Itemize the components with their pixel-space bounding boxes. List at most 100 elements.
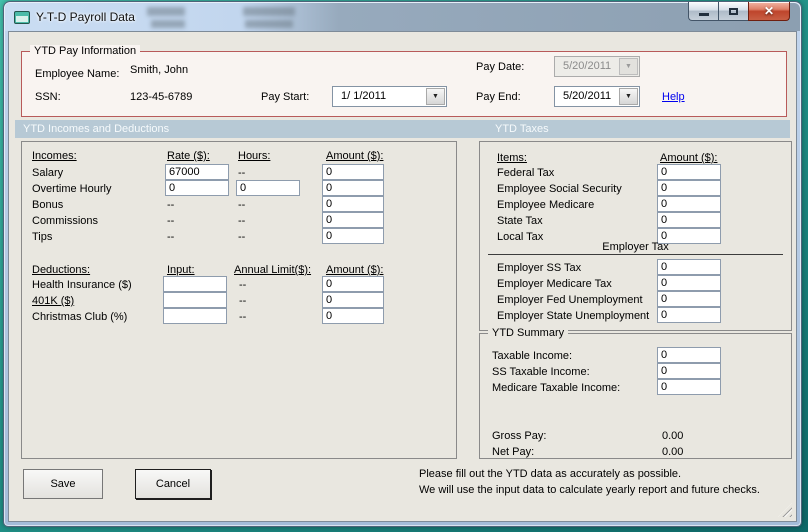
deduction-health-label: Health Insurance ($) <box>32 279 132 291</box>
employee-medicare-label: Employee Medicare <box>497 199 595 211</box>
income-salary-label: Salary <box>32 167 64 179</box>
employer-ss-label: Employer SS Tax <box>497 262 582 274</box>
pay-date-value: 5/20/2011 <box>563 60 612 72</box>
employee-name-label: Employee Name: <box>35 68 120 80</box>
pay-end-value: 5/20/2011 <box>563 90 612 102</box>
hours-col-header: Hours: <box>238 150 271 162</box>
pay-start-label: Pay Start: <box>261 91 310 103</box>
tips-hours-na: -- <box>238 231 246 243</box>
christmas-club-input[interactable] <box>163 308 227 324</box>
employer-fed-unemployment-label: Employer Fed Unemployment <box>497 294 643 306</box>
employer-medicare-label: Employer Medicare Tax <box>497 278 612 290</box>
tips-amount-input[interactable] <box>322 228 384 244</box>
employee-ss-input[interactable] <box>657 180 721 196</box>
maximize-button[interactable] <box>718 2 748 21</box>
salary-amount-input[interactable] <box>322 164 384 180</box>
health-insurance-input[interactable] <box>163 276 227 292</box>
gross-pay-value: 0.00 <box>662 430 684 442</box>
pay-info-groupbox: YTD Pay Information Employee Name: Smith… <box>21 45 787 117</box>
employer-state-unemployment-label: Employer State Unemployment <box>497 310 650 322</box>
salary-hours-na: -- <box>238 167 246 179</box>
ssn-label: SSN: <box>35 91 61 103</box>
save-button[interactable]: Save <box>23 469 103 499</box>
employee-name-value: Smith, John <box>130 64 189 76</box>
minimize-button[interactable] <box>688 2 718 21</box>
taxes-section-header: YTD Taxes <box>495 123 549 135</box>
amount-col-header: Amount ($): <box>326 150 384 162</box>
employer-ss-input[interactable] <box>657 259 721 275</box>
health-limit-na: -- <box>239 279 247 291</box>
commissions-amount-input[interactable] <box>322 212 384 228</box>
k401-input[interactable] <box>163 292 227 308</box>
pay-date-picker: 5/20/2011 ▼ <box>554 56 640 77</box>
titlebar-glass-smudge <box>151 20 185 28</box>
bonus-rate-na: -- <box>167 199 175 211</box>
employer-state-unemployment-input[interactable] <box>657 307 721 323</box>
income-commissions-label: Commissions <box>32 215 99 227</box>
incomes-deductions-box: Incomes: Rate ($): Hours: Amount ($): Sa… <box>21 141 457 459</box>
input-col-header: Input: <box>167 264 195 276</box>
employee-ss-label: Employee Social Security <box>497 183 622 195</box>
health-amount-input[interactable] <box>322 276 384 292</box>
tax-items-col-header: Items: <box>497 152 527 164</box>
deduction-christmas-label: Christmas Club (%) <box>32 311 128 323</box>
salary-rate-input[interactable] <box>165 164 229 180</box>
help-link[interactable]: Help <box>662 91 685 103</box>
state-tax-input[interactable] <box>657 212 721 228</box>
overtime-rate-input[interactable] <box>165 180 229 196</box>
bonus-amount-input[interactable] <box>322 196 384 212</box>
annual-limit-col-header: Annual Limit($): <box>234 264 312 276</box>
employee-medicare-input[interactable] <box>657 196 721 212</box>
christmas-amount-input[interactable] <box>322 308 384 324</box>
overtime-amount-input[interactable] <box>322 180 384 196</box>
ss-taxable-income-input[interactable] <box>657 363 721 379</box>
employer-fed-unemployment-input[interactable] <box>657 291 721 307</box>
deduction-amount-col-header: Amount ($): <box>326 264 384 276</box>
app-form-icon <box>14 11 30 24</box>
pay-start-dropdown-arrow-icon[interactable]: ▼ <box>426 88 445 105</box>
ssn-value: 123-45-6789 <box>130 91 193 103</box>
medicare-taxable-income-input[interactable] <box>657 379 721 395</box>
close-icon: ✕ <box>763 3 775 18</box>
net-pay-value: 0.00 <box>662 446 684 458</box>
dialog-client-area: YTD Pay Information Employee Name: Smith… <box>8 31 797 522</box>
caption-buttons: ✕ <box>688 2 790 21</box>
pay-end-dropdown-arrow-icon[interactable]: ▼ <box>619 88 638 105</box>
income-overtime-label: Overtime Hourly <box>32 183 112 195</box>
pay-date-label: Pay Date: <box>476 61 525 73</box>
federal-tax-input[interactable] <box>657 164 721 180</box>
footer-note-line2: We will use the input data to calculate … <box>419 484 760 496</box>
pay-start-picker[interactable]: 1/ 1/2011 ▼ <box>332 86 447 107</box>
bonus-hours-na: -- <box>238 199 246 211</box>
close-button[interactable]: ✕ <box>748 2 790 21</box>
pay-info-legend: YTD Pay Information <box>30 45 141 57</box>
resize-grip[interactable] <box>778 503 792 517</box>
net-pay-label: Net Pay: <box>492 446 535 458</box>
medicare-taxable-income-label: Medicare Taxable Income: <box>492 382 621 394</box>
deduction-401k-label: 401K ($) <box>32 295 75 307</box>
employer-medicare-input[interactable] <box>657 275 721 291</box>
maximize-icon <box>729 7 738 15</box>
pay-end-picker[interactable]: 5/20/2011 ▼ <box>554 86 640 107</box>
commissions-hours-na: -- <box>238 215 246 227</box>
pay-start-value: 1/ 1/2011 <box>341 90 387 102</box>
cancel-button[interactable]: Cancel <box>135 469 211 499</box>
taxable-income-label: Taxable Income: <box>492 350 573 362</box>
summary-box: YTD Summary Taxable Income: SS Taxable I… <box>479 327 792 459</box>
taxable-income-input[interactable] <box>657 347 721 363</box>
titlebar-glass-smudge <box>243 7 295 16</box>
tax-amount-col-header: Amount ($): <box>660 152 718 164</box>
state-tax-label: State Tax <box>497 215 543 227</box>
footer-note-line1: Please fill out the YTD data as accurate… <box>419 468 682 480</box>
federal-tax-label: Federal Tax <box>497 167 555 179</box>
k401-limit-na: -- <box>239 295 247 307</box>
deductions-col-header: Deductions: <box>32 264 91 276</box>
income-bonus-label: Bonus <box>32 199 64 211</box>
k401-amount-input[interactable] <box>322 292 384 308</box>
titlebar-glass-smudge <box>245 20 293 28</box>
taxes-box: Items: Amount ($): Federal Tax Employee … <box>479 141 792 331</box>
window-title: Y-T-D Payroll Data <box>36 10 135 24</box>
titlebar[interactable]: Y-T-D Payroll Data <box>5 3 800 31</box>
gross-pay-label: Gross Pay: <box>492 430 547 442</box>
overtime-hours-input[interactable] <box>236 180 300 196</box>
